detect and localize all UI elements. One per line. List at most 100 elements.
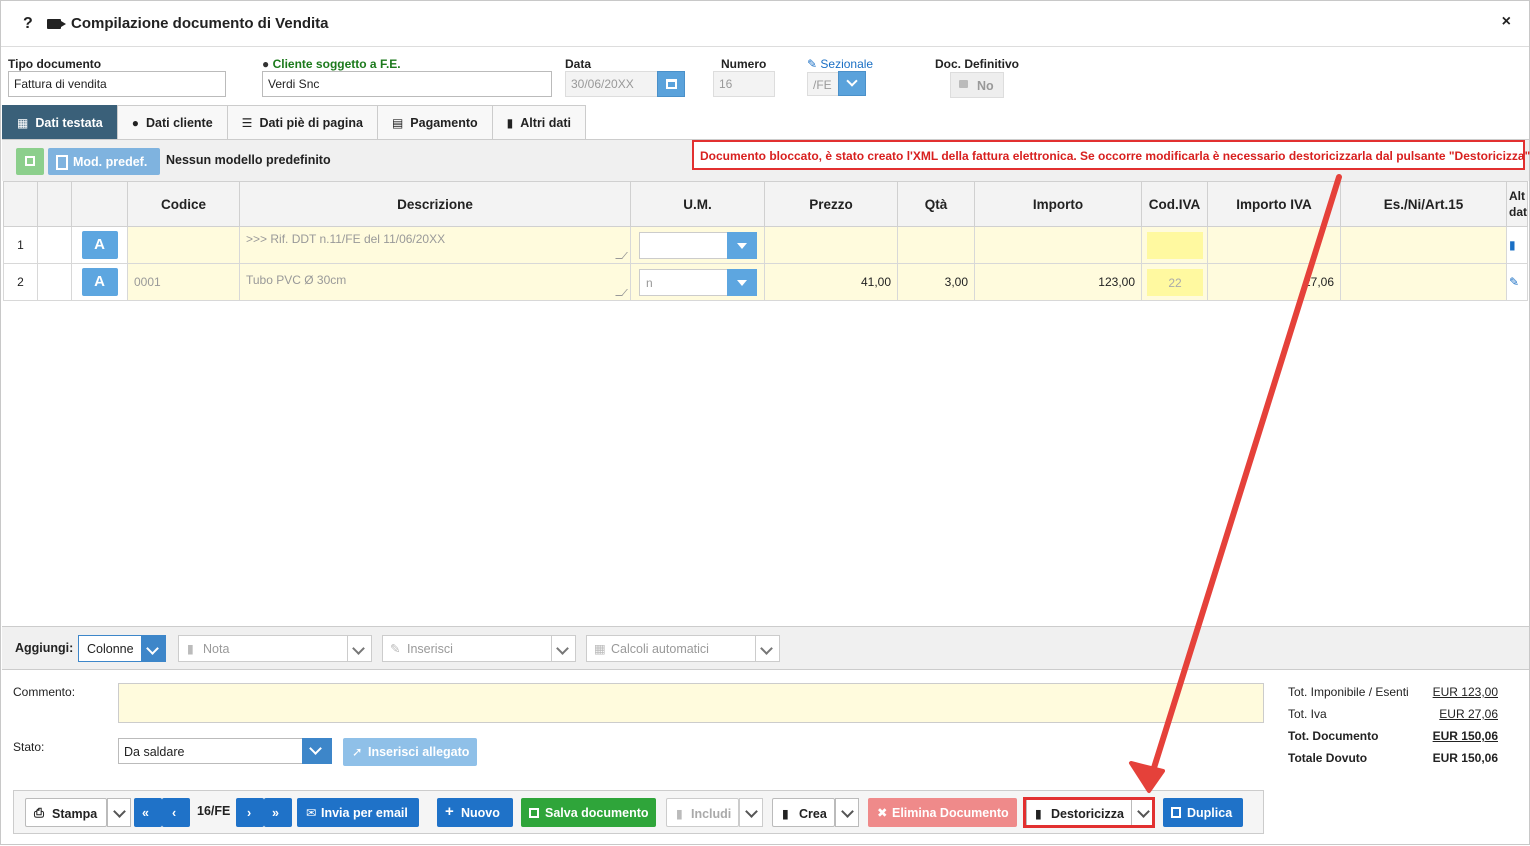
um-select[interactable] bbox=[639, 232, 757, 259]
file-icon[interactable]: ▮ bbox=[1506, 226, 1528, 264]
data-input[interactable]: 30/06/20XX bbox=[565, 71, 658, 97]
first-record-button[interactable]: « bbox=[134, 798, 162, 827]
edit-icon[interactable]: ✎ bbox=[1506, 263, 1528, 301]
salva-documento-button[interactable]: Salva documento bbox=[521, 798, 656, 827]
importo-iva-cell[interactable] bbox=[1207, 226, 1341, 264]
sezionale-input[interactable]: /FE bbox=[807, 72, 839, 96]
crea-dropdown-button[interactable] bbox=[835, 798, 859, 827]
includi-button[interactable]: ▮ Includi bbox=[666, 798, 739, 827]
close-button[interactable]: × bbox=[1502, 13, 1511, 31]
prezzo-cell[interactable] bbox=[764, 226, 898, 264]
cliente-input[interactable]: Verdi Snc bbox=[262, 71, 552, 97]
calculator-icon: ▦ bbox=[594, 642, 606, 656]
previous-record-button[interactable]: ‹ bbox=[162, 798, 190, 827]
envelope-icon: ✉ bbox=[306, 806, 317, 820]
importo-iva-cell[interactable]: 27,06 bbox=[1207, 263, 1341, 301]
column-header bbox=[71, 181, 128, 227]
tot-documento-value[interactable]: EUR 150,06 bbox=[1433, 729, 1498, 743]
row-selector[interactable] bbox=[37, 263, 72, 301]
tab-dati-pie-pagina[interactable]: ☰ Dati piè di pagina bbox=[226, 105, 378, 139]
document-lines-table: Codice Descrizione U.M. Prezzo Qtà Impor… bbox=[3, 181, 1528, 301]
codiva-input[interactable] bbox=[1147, 232, 1203, 259]
doc-definitivo-toggle[interactable]: No bbox=[950, 72, 1004, 98]
sezionale-label-text: Sezionale bbox=[820, 57, 874, 71]
row-selector[interactable] bbox=[37, 226, 72, 264]
column-header-codice[interactable]: Codice bbox=[127, 181, 240, 227]
resize-handle-icon[interactable] bbox=[615, 252, 628, 259]
stampa-dropdown-button[interactable] bbox=[107, 798, 131, 827]
save-model-button[interactable] bbox=[16, 148, 44, 175]
sezionale-dropdown-button[interactable] bbox=[838, 71, 866, 96]
nuovo-button[interactable]: + Nuovo bbox=[437, 798, 513, 827]
esenzione-cell[interactable] bbox=[1340, 226, 1507, 264]
column-header-importo[interactable]: Importo bbox=[974, 181, 1142, 227]
stato-select[interactable]: Da saldare bbox=[118, 738, 332, 764]
inserisci-allegato-button[interactable]: ➚ Inserisci allegato bbox=[343, 738, 477, 766]
tab-dati-testata[interactable]: ▦ Dati testata bbox=[2, 105, 118, 139]
column-header-importo-iva[interactable]: Importo IVA bbox=[1207, 181, 1341, 227]
um-select[interactable]: n bbox=[639, 269, 757, 296]
tab-altri-dati[interactable]: ▮ Altri dati bbox=[491, 105, 586, 139]
prezzo-cell[interactable]: 41,00 bbox=[764, 263, 898, 301]
column-header-um[interactable]: U.M. bbox=[630, 181, 765, 227]
row-type-badge[interactable]: A bbox=[81, 231, 118, 259]
next-record-button[interactable]: › bbox=[236, 798, 264, 827]
stampa-button[interactable]: ⎙ Stampa bbox=[25, 798, 107, 827]
codice-cell[interactable] bbox=[127, 226, 240, 264]
tot-imponibile-label: Tot. Imponibile / Esenti bbox=[1288, 685, 1409, 699]
help-icon[interactable]: ? bbox=[23, 15, 47, 33]
descrizione-cell[interactable]: Tubo PVC Ø 30cm bbox=[239, 263, 631, 301]
codice-cell[interactable]: 0001 bbox=[127, 263, 240, 301]
column-header-codiva[interactable]: Cod.IVA bbox=[1141, 181, 1208, 227]
inserisci-dropdown[interactable]: ✎ Inserisci bbox=[382, 635, 576, 662]
table-icon: ▦ bbox=[17, 115, 29, 130]
esenzione-cell[interactable] bbox=[1340, 263, 1507, 301]
tab-pagamento[interactable]: ▤ Pagamento bbox=[376, 105, 493, 139]
commento-textarea[interactable] bbox=[118, 683, 1264, 723]
dropdown-arrow-icon[interactable] bbox=[727, 232, 757, 259]
resize-handle-icon[interactable] bbox=[615, 289, 628, 296]
doc-definitivo-value: No bbox=[977, 79, 994, 93]
user-icon: ● bbox=[131, 115, 139, 130]
tot-imponibile-value[interactable]: EUR 123,00 bbox=[1433, 685, 1498, 699]
column-header-altri-dati[interactable]: Alt dat bbox=[1506, 181, 1528, 227]
column-header-descrizione[interactable]: Descrizione bbox=[239, 181, 631, 227]
data-label: Data bbox=[565, 57, 592, 71]
calcoli-dropdown[interactable]: ▦ Calcoli automatici bbox=[586, 635, 780, 662]
column-header-esenzione[interactable]: Es./Ni/Art.15 bbox=[1340, 181, 1507, 227]
numero-input[interactable]: 16 bbox=[713, 71, 775, 97]
table-row[interactable]: 1 A >>> Rif. DDT n.11/FE del 11/06/20XX … bbox=[3, 226, 1528, 264]
printer-icon: ⎙ bbox=[34, 806, 45, 820]
tab-dati-cliente[interactable]: ● Dati cliente bbox=[116, 105, 228, 139]
row-type-badge[interactable]: A bbox=[81, 268, 118, 296]
qta-cell[interactable]: 3,00 bbox=[897, 263, 975, 301]
tab-bar: ▦ Dati testata ● Dati cliente ☰ Dati piè di… bbox=[2, 105, 586, 139]
invia-email-button[interactable]: ✉ Invia per email bbox=[297, 798, 419, 827]
row-type-cell: A bbox=[71, 263, 128, 301]
last-record-button[interactable]: » bbox=[264, 798, 292, 827]
sezionale-label[interactable]: ✎ Sezionale bbox=[807, 57, 873, 71]
table-row[interactable]: 2 A 0001 Tubo PVC Ø 30cm n 41,00 3,00 12… bbox=[3, 263, 1528, 301]
dropdown-arrow-icon[interactable] bbox=[727, 269, 757, 296]
colonne-label: Colonne bbox=[87, 642, 134, 656]
tipo-documento-input[interactable]: Fattura di vendita bbox=[8, 71, 226, 97]
qta-cell[interactable] bbox=[897, 226, 975, 264]
includi-dropdown-button[interactable] bbox=[739, 798, 763, 827]
codiva-input[interactable]: 22 bbox=[1147, 269, 1203, 296]
column-header-qta[interactable]: Qtà bbox=[897, 181, 975, 227]
mod-predef-button[interactable]: Mod. predef. bbox=[48, 148, 160, 175]
duplica-button[interactable]: Duplica bbox=[1163, 798, 1243, 827]
aggiungi-label: Aggiungi: bbox=[15, 641, 74, 655]
column-header-prezzo[interactable]: Prezzo bbox=[764, 181, 898, 227]
tot-iva-value[interactable]: EUR 27,06 bbox=[1439, 707, 1498, 721]
importo-cell[interactable] bbox=[974, 226, 1142, 264]
column-header bbox=[3, 181, 38, 227]
importo-cell[interactable]: 123,00 bbox=[974, 263, 1142, 301]
elimina-documento-button[interactable]: ✖ Elimina Documento bbox=[868, 798, 1017, 827]
numero-label: Numero bbox=[721, 57, 767, 71]
calendar-button[interactable] bbox=[657, 71, 685, 97]
descrizione-cell[interactable]: >>> Rif. DDT n.11/FE del 11/06/20XX bbox=[239, 226, 631, 264]
nota-dropdown[interactable]: ▮ Nota bbox=[178, 635, 372, 662]
colonne-dropdown[interactable]: Colonne bbox=[78, 635, 166, 662]
crea-button[interactable]: ▮ Crea bbox=[772, 798, 835, 827]
